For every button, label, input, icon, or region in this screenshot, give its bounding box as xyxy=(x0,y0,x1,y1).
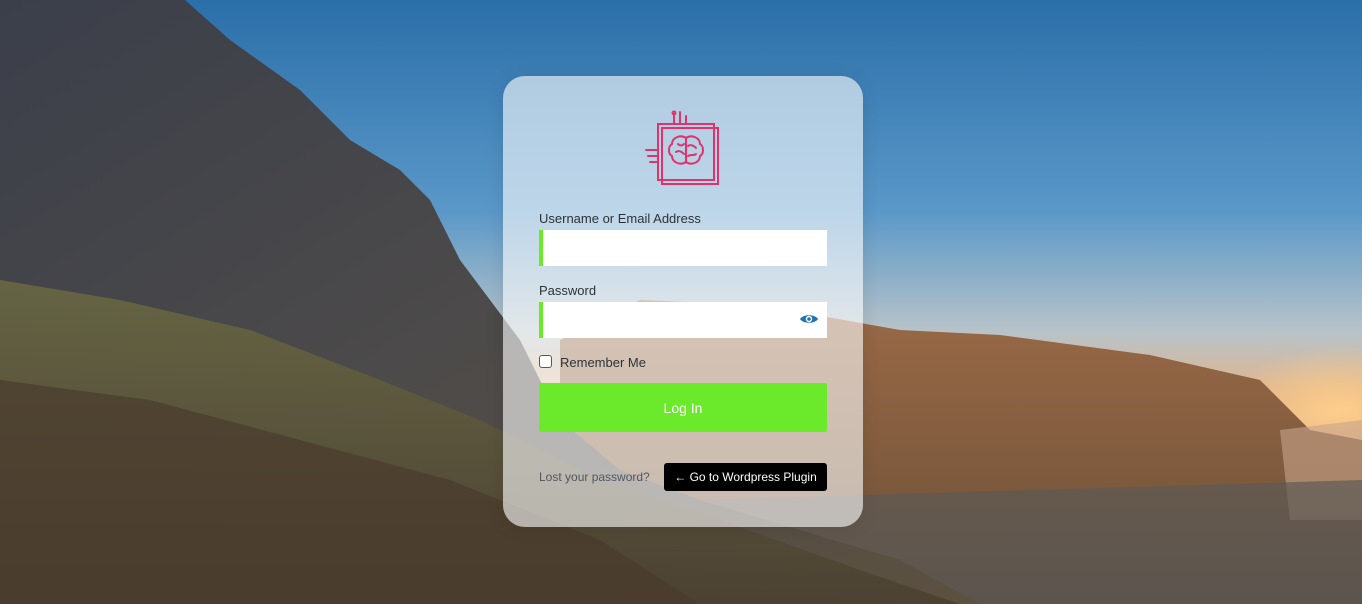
remember-me-checkbox[interactable] xyxy=(539,355,552,368)
eye-icon[interactable] xyxy=(799,312,819,326)
username-label: Username or Email Address xyxy=(539,211,701,226)
goto-plugin-button[interactable]: ← Go to Wordpress Plugin xyxy=(664,463,827,491)
remember-me-label: Remember Me xyxy=(560,355,646,370)
password-label: Password xyxy=(539,283,597,298)
login-card: Username or Email Address Password Remem… xyxy=(503,76,863,527)
brain-chip-logo-icon xyxy=(645,110,719,185)
username-input[interactable] xyxy=(539,230,827,266)
password-input[interactable] xyxy=(539,302,827,338)
lost-password-link[interactable]: Lost your password? xyxy=(539,470,650,484)
login-button[interactable]: Log In xyxy=(539,383,827,432)
